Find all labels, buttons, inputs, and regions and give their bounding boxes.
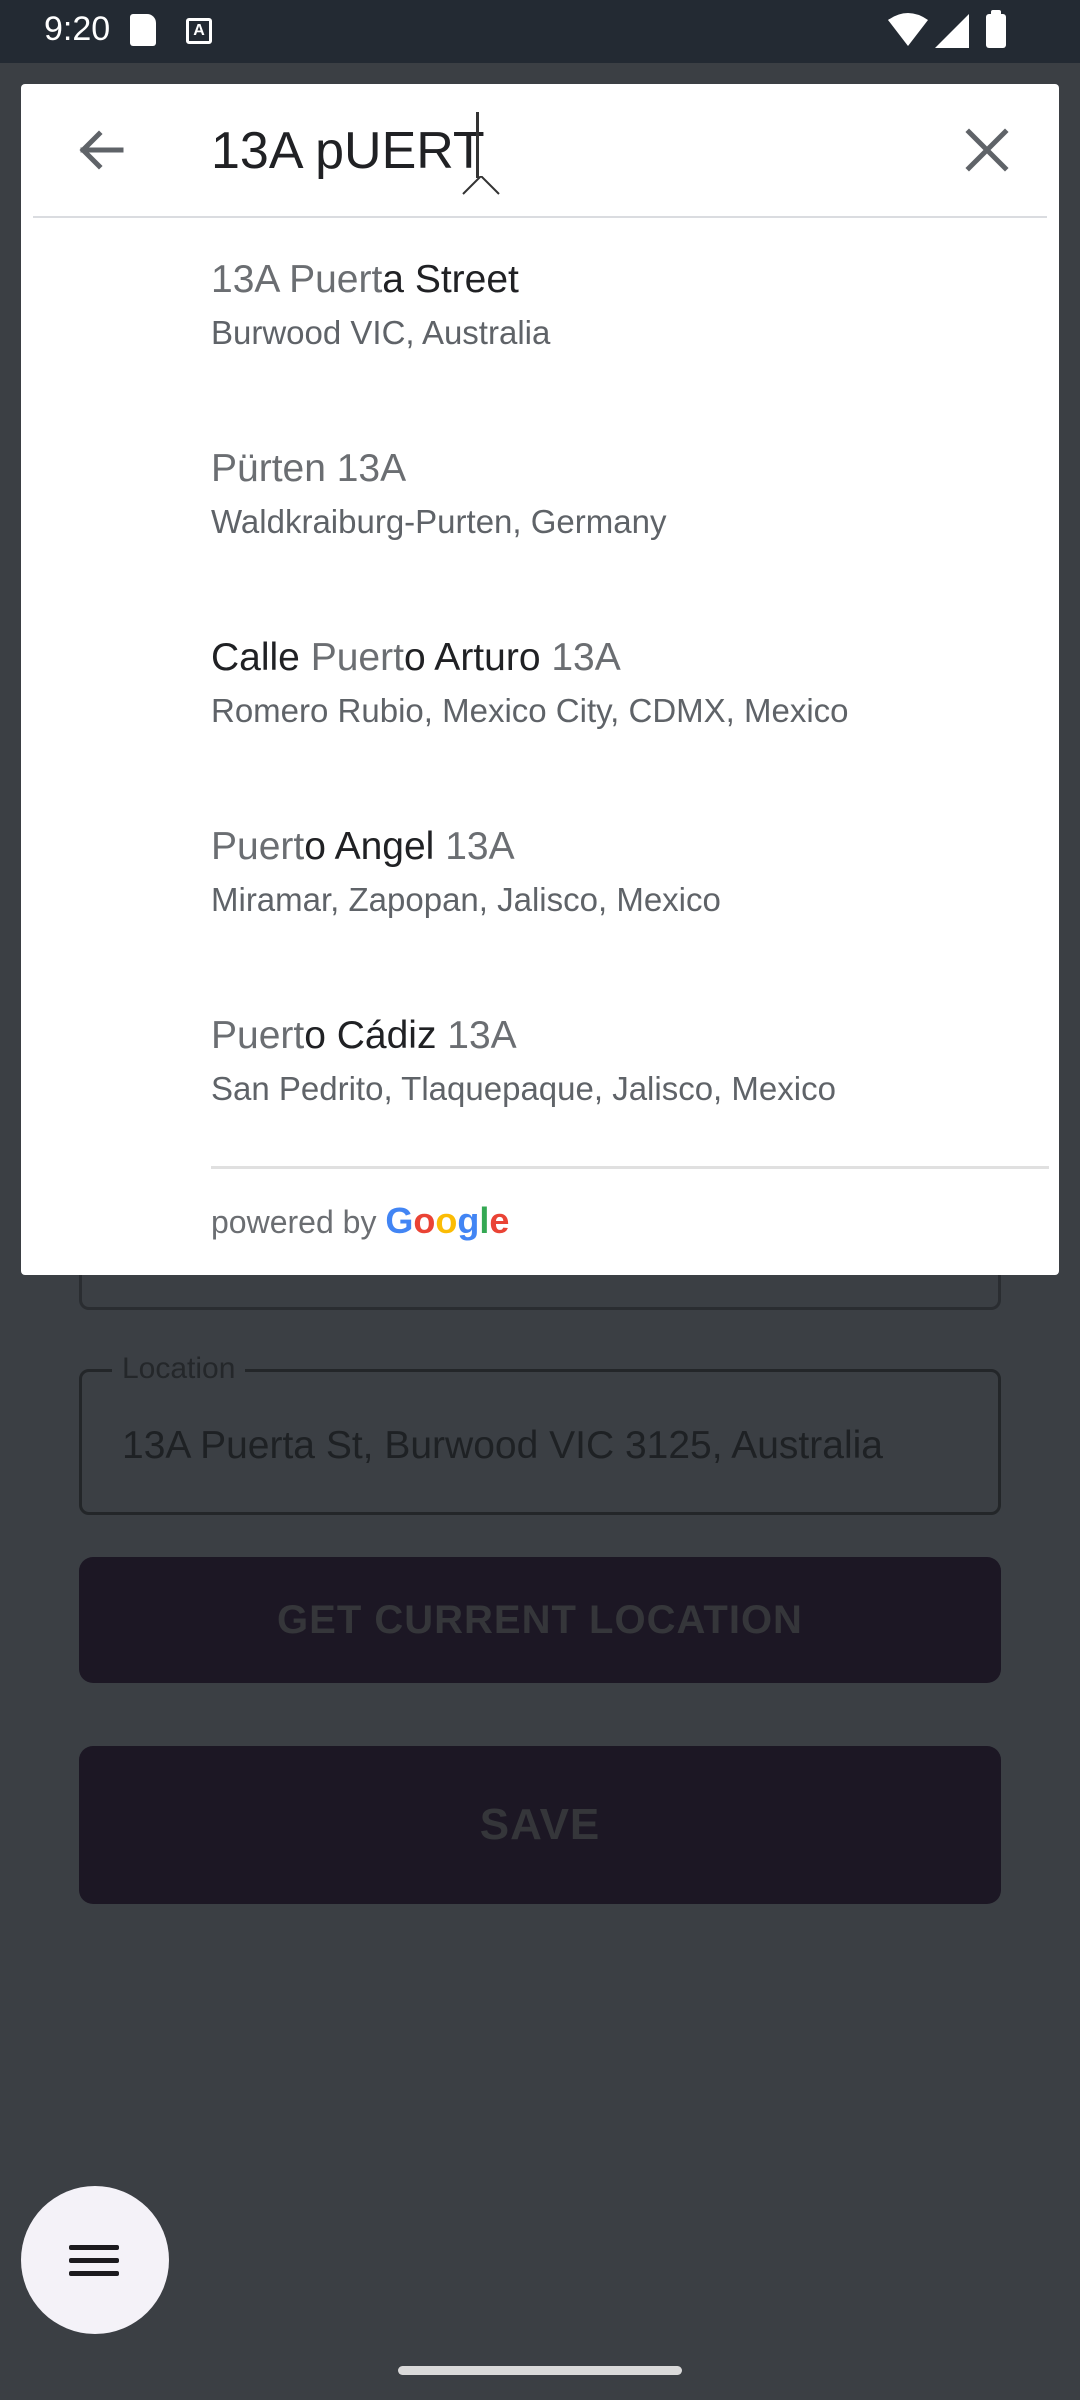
menu-fab[interactable] — [21, 2186, 169, 2334]
result-primary-part: Pürten 13A — [211, 447, 407, 490]
sd-card-icon — [130, 14, 156, 46]
result-item[interactable]: Puerto Cádiz 13A San Pedrito, Tlaquepaque… — [21, 974, 1059, 1163]
cursor-handle-icon[interactable] — [461, 176, 501, 206]
result-primary-part: o Cádiz — [304, 1014, 448, 1057]
result-primary: 13A Puerta Street — [211, 258, 519, 302]
battery-icon — [986, 10, 1006, 48]
search-bar — [21, 84, 1059, 216]
result-primary-part: 13A Puert — [211, 258, 383, 301]
powered-by-text: powered by — [211, 1204, 377, 1240]
save-button[interactable]: SAVE — [79, 1746, 1001, 1904]
arrow-left-icon[interactable] — [65, 114, 137, 186]
status-time: 9:20 — [44, 10, 111, 48]
keyboard-a-icon: A — [186, 18, 212, 44]
autocomplete-panel: 13A Puerta StreetBurwood VIC, AustraliaP… — [21, 84, 1059, 1275]
result-secondary: Romero Rubio, Mexico City, CDMX, Mexico — [211, 692, 849, 729]
google-logo: Google — [385, 1200, 510, 1241]
result-secondary: Burwood VIC, Australia — [211, 314, 551, 351]
result-primary: Puerto Angel 13A — [211, 825, 515, 869]
gesture-nav-bar[interactable] — [398, 2366, 682, 2375]
result-item[interactable]: Puerto Angel 13A Miramar, Zapopan, Jalisc… — [21, 785, 1059, 974]
result-primary-part: 13A — [447, 1014, 517, 1057]
result-secondary: Waldkraiburg-Purten, Germany — [211, 503, 667, 540]
search-input[interactable] — [211, 116, 931, 186]
result-item[interactable]: Calle Puerto Arturo 13A Romero Rubio, Mex… — [21, 596, 1059, 785]
signal-icon — [935, 14, 969, 48]
wifi-icon — [888, 13, 928, 46]
result-primary-part: o Angel — [304, 825, 446, 868]
result-primary: Pürten 13A — [211, 447, 406, 491]
result-primary-part: a Street — [382, 258, 519, 301]
get-current-location-button[interactable]: GET CURRENT LOCATION — [79, 1557, 1001, 1683]
result-item[interactable]: Pürten 13A Waldkraiburg-Purten, Germany — [21, 407, 1059, 596]
result-primary-part: 13A — [551, 636, 621, 679]
result-primary-part: Puert — [310, 636, 404, 679]
result-item[interactable]: 13A Puerta Street Burwood VIC, Australia — [21, 218, 1059, 407]
status-bar: 9:20 A — [0, 0, 1080, 63]
result-primary-part: Calle — [211, 636, 311, 679]
result-primary: Calle Puerto Arturo 13A — [211, 636, 621, 680]
result-secondary: Miramar, Zapopan, Jalisco, Mexico — [211, 881, 721, 918]
attribution-divider — [211, 1166, 1049, 1169]
result-primary-part: Puert — [211, 825, 305, 868]
location-field[interactable]: Location 13A Puerta St, Burwood VIC 3125… — [79, 1352, 1001, 1515]
close-icon[interactable] — [951, 114, 1023, 186]
result-primary: Puerto Cádiz 13A — [211, 1014, 517, 1058]
result-primary-part: 13A — [445, 825, 515, 868]
result-primary-part: o Arturo — [403, 636, 552, 679]
location-value: 13A Puerta St, Burwood VIC 3125, Austral… — [122, 1424, 883, 1467]
result-primary-part: Puert — [211, 1014, 305, 1057]
powered-by-google: powered by Google — [211, 1200, 509, 1242]
text-cursor — [476, 112, 479, 178]
result-secondary: San Pedrito, Tlaquepaque, Jalisco, Mexic… — [211, 1070, 836, 1107]
location-label: Location — [112, 1352, 246, 1386]
